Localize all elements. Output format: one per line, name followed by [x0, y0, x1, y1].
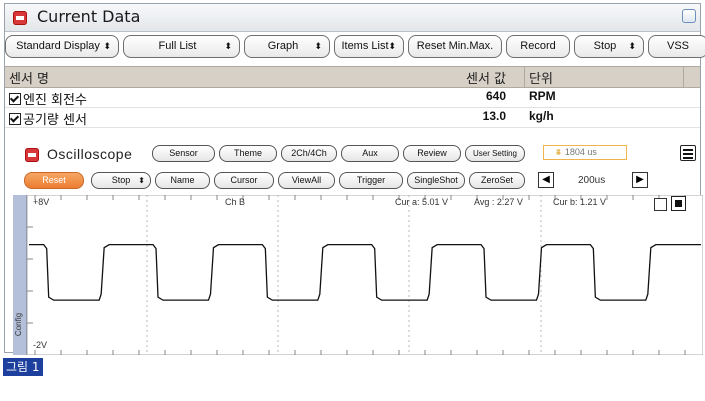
table-row[interactable]: 공기량 센서 13.0 kg/h: [5, 108, 700, 128]
window-title: Current Data: [37, 7, 141, 26]
period-value: 1804 us: [564, 147, 597, 157]
header-sensor-name: 센서 명: [9, 72, 50, 87]
cursor-button[interactable]: Cursor: [214, 172, 274, 189]
vss-button[interactable]: VSS: [648, 35, 705, 58]
timebase-value: 200us: [578, 175, 606, 186]
y-max-label: +8V: [33, 197, 50, 207]
table-row[interactable]: 엔진 회전수 640 RPM: [5, 88, 700, 108]
menu-icon[interactable]: [680, 145, 696, 161]
collapse-icon[interactable]: [13, 11, 27, 25]
channel-toggle-checkbox[interactable]: [654, 198, 667, 211]
reset-min-max-button-label: Reset Min.Max.: [416, 40, 494, 52]
full-list-select-label: Full List: [158, 40, 197, 52]
single-shot-button[interactable]: SingleShot: [407, 172, 465, 189]
cursor-a-readout: Cur a: 5.01 V: [395, 197, 449, 207]
period-display: ⩩ 1804 us: [543, 145, 627, 160]
aux-button[interactable]: Aux: [341, 145, 399, 162]
row-checkbox[interactable]: [9, 113, 21, 125]
sensor-table: 센서 명 센서 값 단위 엔진 회전수 640 RPM 공기량 센서 13.0 …: [5, 66, 700, 128]
name-button[interactable]: Name: [155, 172, 210, 189]
graph-select-label: Graph: [267, 40, 299, 52]
waveform-svg: [26, 195, 703, 355]
zero-set-button[interactable]: ZeroSet: [469, 172, 525, 189]
oscilloscope-plot: Config +8V -2V Ch B Cur a: 5.01 V Avg : …: [13, 195, 703, 355]
table-header: 센서 명 센서 값 단위: [5, 66, 700, 88]
period-icon: ⩩: [556, 147, 561, 157]
full-list-select[interactable]: Full List ⬍: [123, 35, 240, 58]
current-data-window: Current Data Standard Display ⬍ Full List ⬍…: [4, 3, 705, 355]
stop-select[interactable]: Stop ⬍: [574, 35, 644, 58]
row-checkbox[interactable]: [9, 93, 21, 105]
standard-display-select-label: Standard Display: [16, 40, 100, 52]
timebase-decrease-icon[interactable]: ◀: [538, 172, 554, 188]
average-readout: Avg : 2.27 V: [474, 197, 523, 207]
review-button[interactable]: Review: [403, 145, 461, 162]
toolbar: Standard Display ⬍ Full List ⬍ Graph ⬍ Items L…: [5, 35, 705, 61]
standard-display-select[interactable]: Standard Display ⬍: [5, 35, 119, 58]
stop-select-label: Stop: [593, 40, 617, 52]
stop-label: Stop: [111, 175, 131, 185]
items-list-select[interactable]: Items List ⬍: [334, 35, 404, 58]
channel-label: Ch B: [225, 197, 246, 207]
stop-arrow-icon: ⬍: [138, 176, 145, 185]
sensor-name: 엔진 회전수: [23, 93, 87, 108]
figure-caption: 그림 1: [3, 358, 43, 376]
record-button[interactable]: Record: [506, 35, 570, 58]
dropdown-arrow-icon: ⬍: [224, 41, 232, 51]
trigger-button[interactable]: Trigger: [339, 172, 403, 189]
timebase-increase-icon[interactable]: ▶: [632, 172, 648, 188]
reset-min-max-button[interactable]: Reset Min.Max.: [408, 35, 502, 58]
cursor-b-readout: Cur b: 1.21 V: [553, 197, 607, 207]
maximize-icon[interactable]: [682, 9, 696, 23]
sensor-name: 공기량 센서: [23, 113, 87, 128]
header-unit: 단위: [529, 72, 553, 87]
stop-select[interactable]: Stop ⬍: [91, 172, 151, 189]
y-min-label: -2V: [33, 340, 48, 350]
oscilloscope-panel: Oscilloscope Sensor Theme 2Ch/4Ch Aux Re…: [13, 140, 703, 355]
sensor-value: 13.0: [482, 109, 506, 123]
sensor-unit: RPM: [529, 89, 556, 103]
items-list-select-label: Items List: [341, 40, 389, 52]
view-all-button[interactable]: ViewAll: [278, 172, 335, 189]
sensor-value: 640: [485, 89, 506, 103]
dropdown-arrow-icon: ⬍: [103, 41, 111, 51]
record-button-label: Record: [520, 40, 556, 52]
expand-icon[interactable]: [671, 196, 686, 211]
reset-button[interactable]: Reset: [24, 172, 84, 189]
dropdown-arrow-icon: ⬍: [388, 41, 396, 51]
theme-button[interactable]: Theme: [219, 145, 277, 162]
oscilloscope-title: Oscilloscope: [47, 146, 133, 162]
oscilloscope-collapse-icon[interactable]: [25, 148, 39, 162]
sensor-unit: kg/h: [529, 109, 554, 123]
dropdown-arrow-icon: ⬍: [314, 41, 322, 51]
graph-select[interactable]: Graph ⬍: [244, 35, 330, 58]
vss-button-label: VSS: [666, 40, 689, 52]
channel-mode-button[interactable]: 2Ch/4Ch: [281, 145, 337, 162]
title-bar: Current Data: [5, 4, 700, 32]
sensor-button[interactable]: Sensor: [152, 145, 215, 162]
user-setting-button[interactable]: User Setting: [465, 145, 525, 162]
header-sensor-value: 센서 값: [465, 72, 506, 87]
dropdown-arrow-icon: ⬍: [628, 41, 636, 51]
